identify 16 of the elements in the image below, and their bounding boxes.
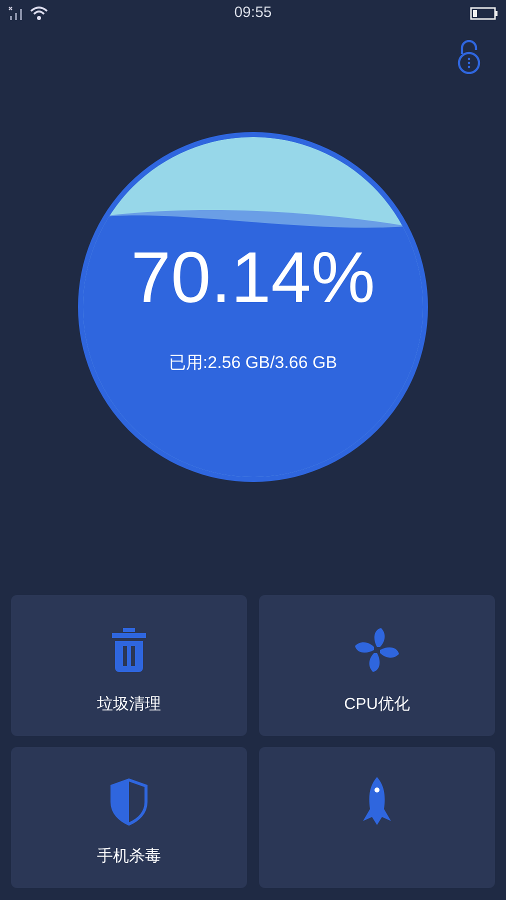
usage-percent: 70.14% (130, 242, 376, 314)
lock-button[interactable] (456, 40, 482, 74)
rocket-icon (362, 777, 392, 827)
tool-label: CPU优化 (344, 695, 410, 715)
tool-card[interactable]: CPU优化 (259, 595, 495, 736)
wifi-icon (30, 6, 48, 20)
status-time: 09:55 (234, 2, 272, 23)
tool-label: 垃圾清理 (97, 694, 161, 715)
shield-icon (109, 778, 149, 826)
fan-icon (354, 627, 400, 673)
tool-card[interactable]: 手机杀毒 (11, 747, 247, 888)
battery-icon (470, 6, 498, 20)
tool-card[interactable]: 垃圾清理 (11, 595, 247, 736)
usage-text: 已用:2.56 GB/3.66 GB (168, 352, 338, 374)
trash-icon (112, 628, 146, 672)
tool-label: 手机杀毒 (97, 846, 161, 867)
